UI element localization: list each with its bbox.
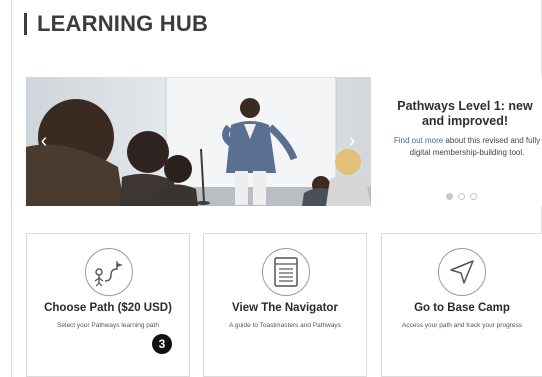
find-out-more-link[interactable]: Find out more	[394, 136, 443, 145]
carousel-dot-3[interactable]	[470, 193, 477, 200]
carousel: ‹ › Pathways Level 1: new and improved! …	[26, 77, 542, 206]
card-description: Access your path and track your progress	[402, 322, 522, 329]
navigation-arrow-icon	[438, 248, 486, 296]
page-left-border	[11, 0, 12, 377]
slide-body: Find out more about this revised and ful…	[385, 135, 542, 159]
carousel-dot-1[interactable]	[446, 193, 453, 200]
view-navigator-card[interactable]: View The Navigator A guide to Toastmaste…	[203, 233, 367, 377]
path-choice-icon	[85, 248, 133, 296]
page-title-text: LEARNING HUB	[37, 11, 209, 36]
choose-path-card[interactable]: Choose Path ($20 USD) Select your Pathwa…	[26, 233, 190, 377]
base-camp-card[interactable]: Go to Base Camp Access your path and tra…	[381, 233, 542, 377]
page-title: LEARNING HUB	[24, 10, 208, 38]
card-title: Choose Path ($20 USD)	[44, 302, 172, 314]
carousel-slide-caption: Pathways Level 1: new and improved! Find…	[371, 77, 542, 206]
carousel-prev-button[interactable]: ‹	[36, 129, 52, 153]
card-description: Select your Pathways learning path	[57, 322, 159, 329]
title-accent-bar	[24, 13, 27, 35]
card-title: View The Navigator	[232, 302, 338, 314]
card-title: Go to Base Camp	[414, 302, 510, 314]
navigator-book-icon	[262, 248, 310, 296]
carousel-next-button[interactable]: ›	[344, 129, 360, 153]
card-description: A guide to Toastmasters and Pathways	[229, 322, 341, 329]
carousel-dot-2[interactable]	[458, 193, 465, 200]
carousel-dots	[446, 193, 477, 200]
step-number-badge: 3	[152, 334, 172, 354]
carousel-slide-image: ‹ ›	[26, 77, 371, 206]
slide-title: Pathways Level 1: new and improved!	[397, 99, 533, 128]
speaker-photo	[26, 77, 371, 206]
